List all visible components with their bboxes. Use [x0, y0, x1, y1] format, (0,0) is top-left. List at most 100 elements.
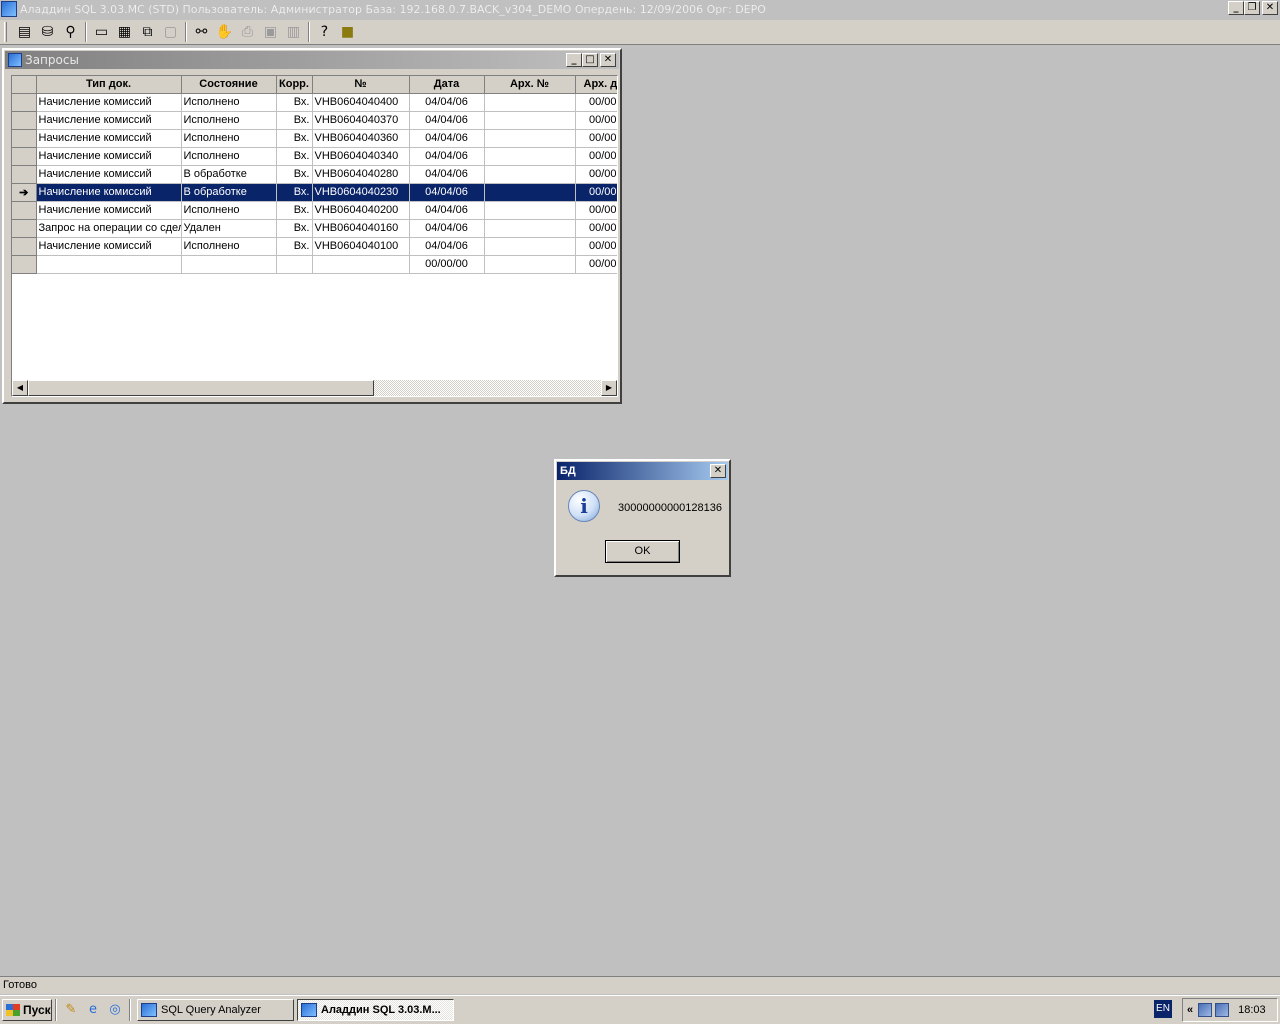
print-icon[interactable]: ⎙: [236, 21, 259, 43]
network-icon[interactable]: [1215, 1003, 1230, 1017]
ok-button[interactable]: OK: [605, 540, 680, 563]
cell-number[interactable]: VHB0604040360: [312, 129, 410, 148]
cell-arch-number[interactable]: [484, 183, 576, 202]
cell-arch-number[interactable]: [484, 93, 576, 112]
cell-arch-date[interactable]: 00/00: [575, 93, 617, 112]
cell-doc-type[interactable]: Начисление комиссий: [36, 183, 182, 202]
cell-number[interactable]: VHB0604040370: [312, 111, 410, 130]
arrange-icon[interactable]: ▢: [159, 21, 182, 43]
internet-explorer-icon[interactable]: e: [84, 1001, 102, 1019]
row-indicator[interactable]: [12, 219, 37, 238]
scroll-left-arrow-icon[interactable]: ◀: [12, 380, 28, 396]
cell-arch-date[interactable]: 00/00: [575, 237, 617, 256]
column-header-corr[interactable]: Корр.: [276, 76, 313, 94]
cell-number[interactable]: VHB0604040160: [312, 219, 410, 238]
cell-date[interactable]: 04/04/06: [409, 111, 485, 130]
cell-doc-type[interactable]: Запрос на операции со сдел: [36, 219, 182, 238]
cell-arch-number[interactable]: [484, 147, 576, 166]
network-icon[interactable]: [1198, 1003, 1213, 1017]
app-restore-button[interactable]: ❐: [1244, 1, 1260, 15]
cell-corr[interactable]: Вх.: [276, 111, 313, 130]
cell-number[interactable]: VHB0604040230: [312, 183, 410, 202]
task-button-aladdin[interactable]: Аладдин SQL 3.03.M...: [297, 999, 454, 1021]
row-indicator[interactable]: [12, 147, 37, 166]
dialog-close-button[interactable]: ✕: [710, 464, 726, 478]
column-header-doc-type[interactable]: Тип док.: [36, 76, 182, 94]
cell-corr[interactable]: Вх.: [276, 147, 313, 166]
column-header-number[interactable]: №: [312, 76, 410, 94]
table-row[interactable]: Начисление комиссий В обработке Вх. VHB0604…: [12, 165, 617, 184]
scroll-right-arrow-icon[interactable]: ▶: [601, 380, 617, 396]
cell-date[interactable]: 04/04/06: [409, 201, 485, 220]
cell-arch-number[interactable]: [484, 165, 576, 184]
scroll-thumb[interactable]: [28, 380, 374, 396]
cell-arch-date[interactable]: 00/00: [575, 255, 617, 274]
cell-doc-type[interactable]: Начисление комиссий: [36, 237, 182, 256]
table-row[interactable]: Начисление комиссий Исполнено Вх. VHB060404…: [12, 111, 617, 130]
show-desktop-icon[interactable]: ◎: [106, 1001, 124, 1019]
table-row[interactable]: Начисление комиссий Исполнено Вх. VHB060404…: [12, 147, 617, 166]
cell-arch-number[interactable]: [484, 111, 576, 130]
window-maximize-button[interactable]: □: [582, 53, 598, 67]
document-icon[interactable]: ▤: [13, 21, 36, 43]
cell-doc-type[interactable]: Начисление комиссий: [36, 93, 182, 112]
cell-date[interactable]: 04/04/06: [409, 129, 485, 148]
app-icon[interactable]: [1, 1, 17, 17]
help-icon[interactable]: ?: [313, 21, 336, 43]
row-indicator[interactable]: ➔: [12, 183, 37, 202]
cell-arch-number[interactable]: [484, 219, 576, 238]
app-title-bar[interactable]: Аладдин SQL 3.03.MC (STD) Пользователь: …: [0, 0, 1280, 18]
table-row[interactable]: ➔ Начисление комиссий В обработке Вх. VHB060…: [12, 183, 617, 202]
exit-icon[interactable]: ■: [336, 21, 359, 43]
cell-corr[interactable]: [276, 255, 313, 274]
cell-state[interactable]: Исполнено: [181, 237, 277, 256]
cell-state[interactable]: В обработке: [181, 165, 277, 184]
cell-corr[interactable]: Вх.: [276, 93, 313, 112]
cell-state[interactable]: Исполнено: [181, 111, 277, 130]
cell-arch-date[interactable]: 00/00: [575, 147, 617, 166]
cell-number[interactable]: VHB0604040280: [312, 165, 410, 184]
start-button[interactable]: Пуск: [2, 999, 52, 1021]
quick-launch-app-icon[interactable]: ✎: [62, 1001, 80, 1019]
table-row[interactable]: Начисление комиссий Исполнено Вх. VHB060404…: [12, 93, 617, 112]
row-indicator[interactable]: [12, 237, 37, 256]
table-row[interactable]: Запрос на операции со сдел Удален Вх. VHB06…: [12, 219, 617, 238]
cell-number[interactable]: VHB0604040340: [312, 147, 410, 166]
language-indicator[interactable]: EN: [1154, 1000, 1172, 1018]
row-indicator[interactable]: [12, 165, 37, 184]
cell-arch-date[interactable]: 00/00: [575, 111, 617, 130]
cell-state[interactable]: Удален: [181, 219, 277, 238]
cell-corr[interactable]: Вх.: [276, 183, 313, 202]
column-header-arch-number[interactable]: Арх. №: [484, 76, 576, 94]
cell-date[interactable]: 04/04/06: [409, 93, 485, 112]
cell-doc-type[interactable]: Начисление комиссий: [36, 147, 182, 166]
cell-doc-type[interactable]: Начисление комиссий: [36, 201, 182, 220]
cell-arch-number[interactable]: [484, 129, 576, 148]
cell-arch-date[interactable]: 00/00: [575, 201, 617, 220]
row-indicator[interactable]: [12, 255, 37, 274]
window-icon[interactable]: [8, 53, 22, 67]
cell-state[interactable]: Исполнено: [181, 129, 277, 148]
cell-date[interactable]: 04/04/06: [409, 165, 485, 184]
requests-grid[interactable]: Тип док. Состояние Корр. № Дата Арх. № А…: [11, 75, 618, 397]
scroll-track[interactable]: [374, 380, 601, 396]
clock[interactable]: 18:03: [1238, 1004, 1266, 1016]
requests-window-title-bar[interactable]: Запросы _ □ ✕: [5, 51, 619, 69]
cell-number[interactable]: [312, 255, 410, 274]
app-close-button[interactable]: ✕: [1262, 1, 1278, 15]
row-indicator[interactable]: [12, 111, 37, 130]
table-row[interactable]: Начисление комиссий Исполнено Вх. VHB060404…: [12, 237, 617, 256]
stop-icon[interactable]: ✋: [213, 21, 236, 43]
cell-arch-number[interactable]: [484, 237, 576, 256]
filter-icon[interactable]: ⚲: [59, 21, 82, 43]
tile-icon[interactable]: ▦: [113, 21, 136, 43]
cell-date[interactable]: 04/04/06: [409, 237, 485, 256]
cell-date[interactable]: 04/04/06: [409, 147, 485, 166]
cell-corr[interactable]: Вх.: [276, 201, 313, 220]
cell-state[interactable]: [181, 255, 277, 274]
row-indicator[interactable]: [12, 129, 37, 148]
table-row[interactable]: 00/00/00 00/00: [12, 255, 617, 274]
cell-corr[interactable]: Вх.: [276, 237, 313, 256]
cascade-icon[interactable]: ⧉: [136, 21, 159, 43]
cell-arch-number[interactable]: [484, 201, 576, 220]
